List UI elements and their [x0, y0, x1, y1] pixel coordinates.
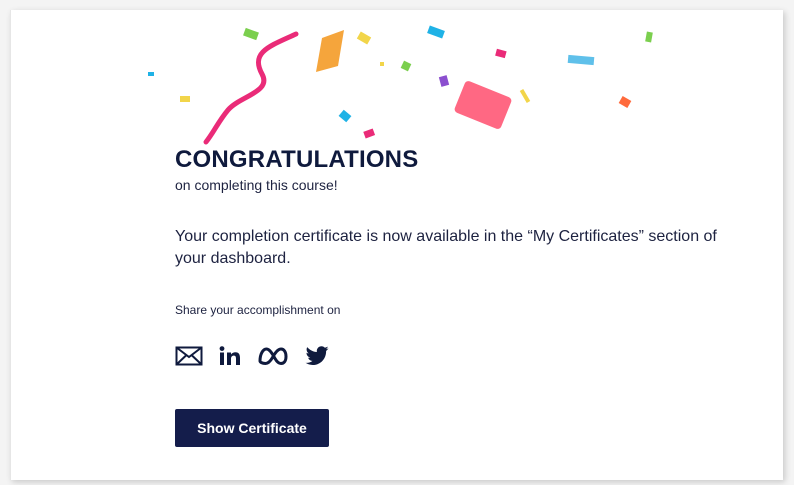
page-title: CONGRATULATIONS	[175, 146, 419, 173]
twitter-icon[interactable]	[305, 344, 329, 368]
share-icons	[175, 344, 765, 368]
linkedin-icon[interactable]	[219, 344, 241, 368]
page-subtitle: on completing this course!	[175, 177, 338, 193]
certificate-message: Your completion certificate is now avail…	[175, 228, 717, 267]
show-certificate-button[interactable]: Show Certificate	[175, 409, 329, 447]
page: CONGRATULATIONS on completing this cours…	[0, 0, 794, 485]
meta-icon[interactable]	[257, 344, 289, 368]
completion-content: CONGRATULATIONS on completing this cours…	[175, 146, 765, 368]
envelope-icon[interactable]	[175, 344, 203, 368]
share-label: Share your accomplishment on	[175, 303, 341, 317]
